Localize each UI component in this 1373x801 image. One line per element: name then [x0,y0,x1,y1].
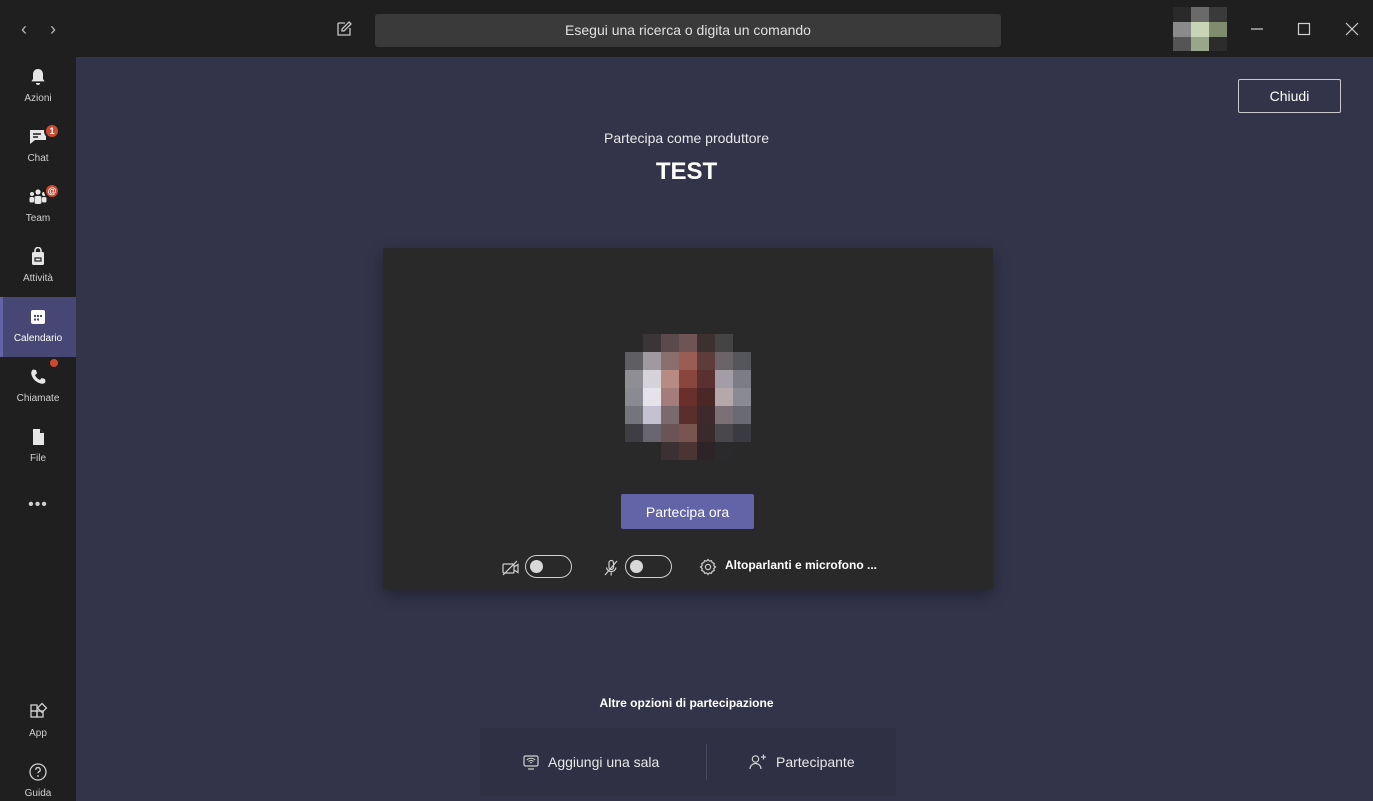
help-icon [28,762,48,782]
rail-item-label: Azioni [24,93,52,104]
device-settings-link[interactable]: Altoparlanti e microfono ... [725,558,877,572]
rail-item-label: Team [25,213,51,224]
rail-item-label: Attività [22,273,53,284]
forward-arrow-icon[interactable]: › [45,20,61,38]
add-person-icon [749,754,766,770]
close-window-icon[interactable] [1340,17,1364,41]
mic-off-icon [601,558,621,578]
calendar-icon [28,307,48,327]
rail-item-chiamate[interactable]: Chiamate [0,357,76,417]
maximize-icon[interactable] [1292,17,1316,41]
device-settings-gear-icon[interactable] [698,557,718,577]
more-apps-icon[interactable]: ••• [0,495,76,515]
rail-item-file[interactable]: File [0,417,76,477]
add-room-label: Aggiungi una sala [548,754,660,770]
prejoin-card: Partecipa ora Altoparlanti e microfono .… [383,248,993,589]
phone-icon [28,367,48,387]
minimize-icon[interactable] [1245,17,1269,41]
meeting-title: TEST [655,158,718,185]
join-as-subtitle: Partecipa come produttore [604,130,769,146]
back-arrow-icon[interactable]: ‹ [16,20,32,38]
other-join-options-title: Altre opzioni di partecipazione [599,696,774,710]
options-divider [706,744,707,780]
participant-label: Partecipante [776,754,855,770]
camera-off-icon [501,558,521,578]
rail-item-attivita[interactable]: Attività [0,237,76,297]
add-participant-button[interactable]: Partecipante [748,752,855,772]
bell-icon [28,67,48,87]
rail-item-azioni[interactable]: Azioni [0,57,76,117]
title-bar: ‹ › Esegui una ricerca o digita un coman… [0,0,1373,57]
calls-notification-dot [50,359,58,367]
join-now-button[interactable]: Partecipa ora [621,494,754,529]
close-button[interactable]: Chiudi [1238,79,1341,113]
rail-item-label: Chiamate [16,393,60,404]
mic-toggle[interactable] [625,555,672,578]
rail-item-label: App [29,728,47,739]
user-avatar-pixelated [625,334,753,462]
rail-item-label: Guida [24,788,52,799]
user-avatar[interactable] [1173,7,1227,51]
room-icon [523,755,539,770]
rail-item-team[interactable]: @ Team [0,177,76,237]
compose-icon[interactable] [335,20,353,38]
camera-toggle[interactable] [525,555,572,578]
rail-item-label: Calendario [13,333,63,344]
rail-item-calendario[interactable]: Calendario [0,297,76,357]
rail-item-label: File [29,453,47,464]
other-join-options-panel: Aggiungi una sala Partecipante [480,728,896,796]
briefcase-icon [28,246,48,267]
add-room-button[interactable]: Aggiungi una sala [522,752,659,772]
rail-item-guida[interactable]: Guida [0,752,76,801]
file-icon [28,427,48,447]
search-input[interactable]: Esegui una ricerca o digita un comando [375,14,1001,47]
